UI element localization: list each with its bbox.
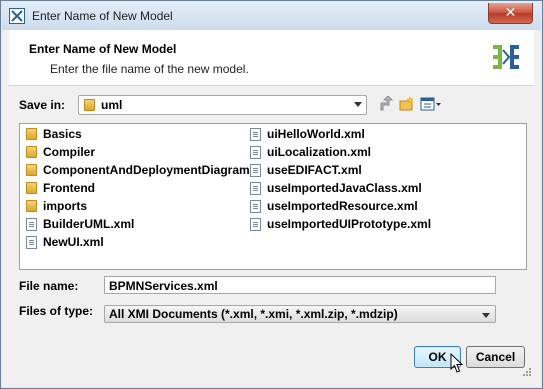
title-bar[interactable]: Enter Name of New Model ✕ xyxy=(2,2,541,30)
dialog-content: Save in: uml Basics Compiler ComponentAn… xyxy=(9,86,534,379)
resize-grip-icon[interactable] xyxy=(522,367,532,377)
header-subtitle: Enter the file name of the new model. xyxy=(50,62,249,76)
folder-icon xyxy=(26,200,37,212)
dialog-header: Enter Name of New Model Enter the file n… xyxy=(9,30,534,86)
file-type-value: All XMI Documents (*.xml, *.xmi, *.xml.z… xyxy=(109,307,398,321)
file-list[interactable]: Basics Compiler ComponentAndDeploymentDi… xyxy=(19,123,527,270)
app-icon xyxy=(9,8,25,24)
file-icon xyxy=(250,218,261,231)
chevron-down-icon xyxy=(354,102,362,107)
view-menu-icon[interactable] xyxy=(420,96,442,112)
folder-icon xyxy=(26,128,37,140)
close-button[interactable]: ✕ xyxy=(488,3,533,24)
file-icon xyxy=(250,146,261,159)
file-type-select[interactable]: All XMI Documents (*.xml, *.xmi, *.xml.z… xyxy=(104,305,496,323)
model-logo-icon xyxy=(493,45,519,69)
file-icon xyxy=(26,218,37,231)
save-in-combo[interactable]: uml xyxy=(78,95,367,115)
mouse-cursor-icon xyxy=(450,353,464,373)
file-name-label: File name: xyxy=(19,279,79,293)
file-icon xyxy=(26,236,37,249)
folder-icon xyxy=(26,146,37,158)
cancel-button[interactable]: Cancel xyxy=(466,346,525,368)
window-title: Enter Name of New Model xyxy=(32,9,173,23)
folder-icon xyxy=(26,164,37,176)
new-folder-icon[interactable] xyxy=(399,96,415,112)
chevron-down-icon xyxy=(482,313,490,318)
dialog-window: Enter Name of New Model ✕ Enter Name of … xyxy=(0,0,543,389)
up-folder-icon[interactable] xyxy=(378,96,394,112)
file-icon xyxy=(250,164,261,177)
folder-icon xyxy=(26,182,37,194)
header-title: Enter Name of New Model xyxy=(29,42,177,56)
file-type-label: Files of type: xyxy=(19,304,94,318)
file-icon xyxy=(250,200,261,213)
folder-icon xyxy=(84,99,95,111)
file-icon xyxy=(250,182,261,195)
file-icon xyxy=(250,128,261,141)
close-icon: ✕ xyxy=(504,4,517,20)
save-in-value: uml xyxy=(101,98,123,112)
save-in-label: Save in: xyxy=(19,98,66,112)
file-name-input[interactable]: BPMNServices.xml xyxy=(104,276,496,294)
